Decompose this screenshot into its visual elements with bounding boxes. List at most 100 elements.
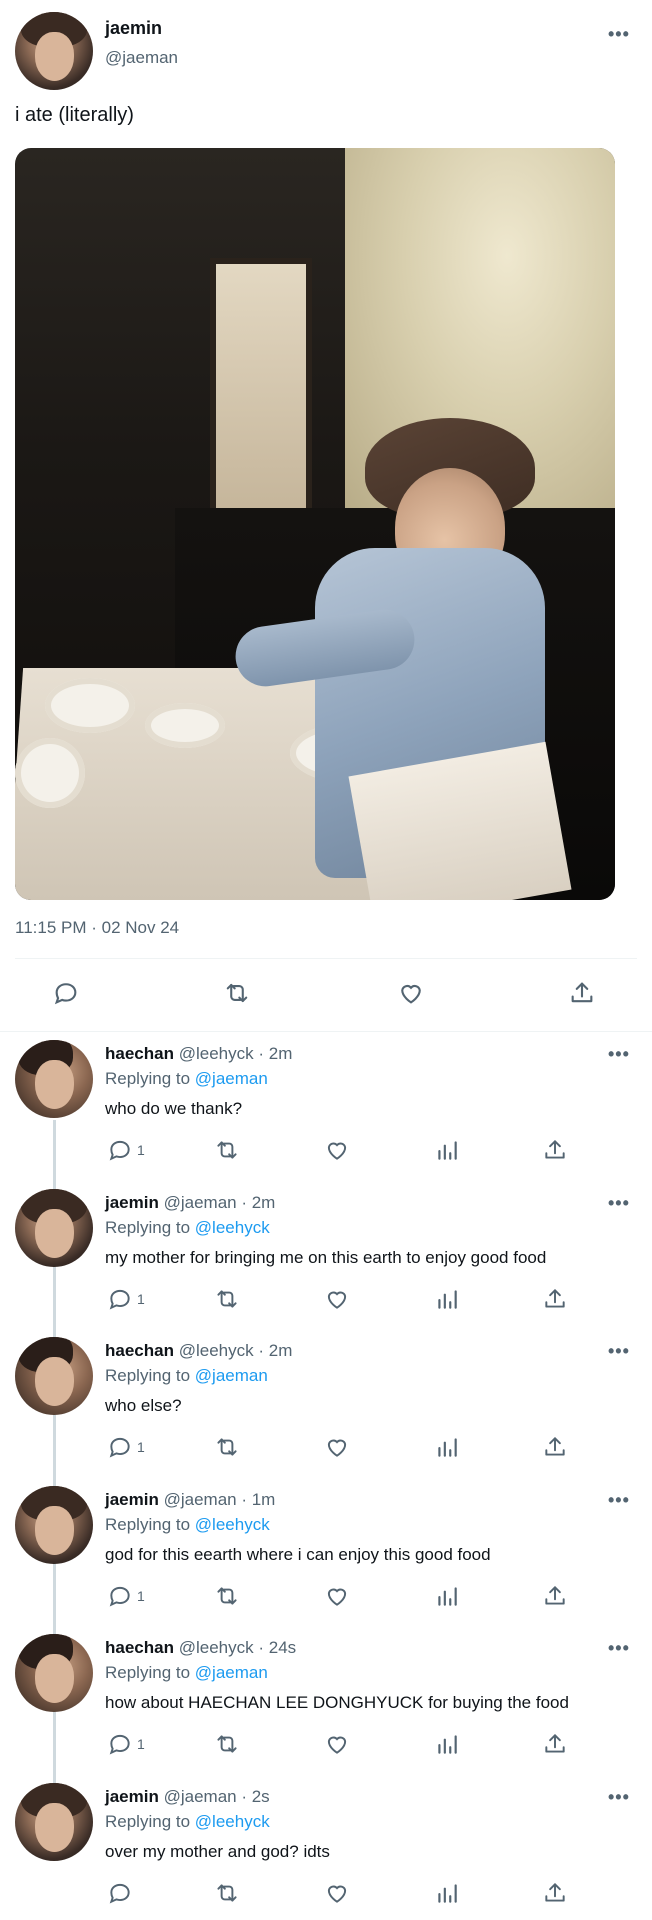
more-icon[interactable]: ••• <box>608 1341 630 1362</box>
more-icon[interactable]: ••• <box>608 24 630 45</box>
reply-button[interactable]: 1 <box>107 1731 145 1757</box>
replying-mention[interactable]: @jaeman <box>195 1069 268 1088</box>
share-icon <box>542 1583 568 1609</box>
reply-author-handle[interactable]: @jaeman <box>164 1193 237 1212</box>
replying-mention[interactable]: @leehyck <box>195 1812 270 1831</box>
replying-to: Replying to @jaeman <box>105 1366 268 1386</box>
replying-mention[interactable]: @jaeman <box>195 1366 268 1385</box>
more-icon[interactable]: ••• <box>608 1638 630 1659</box>
reply-author-name[interactable]: jaemin <box>105 1490 159 1509</box>
reply-button[interactable]: 1 <box>107 1286 145 1312</box>
tweet-text: i ate (literally) <box>15 104 134 126</box>
reply-author-handle[interactable]: @leehyck <box>179 1341 254 1360</box>
retweet-button[interactable] <box>213 1880 241 1906</box>
reply-author-name[interactable]: jaemin <box>105 1787 159 1806</box>
replying-label: Replying to <box>105 1663 191 1682</box>
like-button[interactable] <box>397 979 425 1007</box>
replying-label: Replying to <box>105 1218 191 1237</box>
avatar[interactable] <box>15 1486 93 1564</box>
replying-to: Replying to @leehyck <box>105 1218 270 1238</box>
avatar[interactable] <box>15 1337 93 1415</box>
share-button[interactable] <box>542 1434 568 1460</box>
retweet-icon <box>213 1137 241 1163</box>
views-button[interactable] <box>434 1880 460 1906</box>
views-button[interactable] <box>434 1583 460 1609</box>
reply-time[interactable]: · 24s <box>258 1638 296 1657</box>
share-icon <box>542 1434 568 1460</box>
reply-author-name[interactable]: jaemin <box>105 1193 159 1212</box>
reply-author-handle[interactable]: @leehyck <box>179 1638 254 1657</box>
author-name[interactable]: jaemin <box>105 18 162 39</box>
reply-button[interactable] <box>52 979 80 1007</box>
views-button[interactable] <box>434 1286 460 1312</box>
views-button[interactable] <box>434 1434 460 1460</box>
views-button[interactable] <box>434 1731 460 1757</box>
reply-button[interactable]: 1 <box>107 1137 145 1163</box>
reply-button[interactable] <box>107 1880 137 1906</box>
reply-header: jaemin @jaeman · 2s <box>105 1787 270 1807</box>
views-button[interactable] <box>434 1137 460 1163</box>
retweet-button[interactable] <box>213 1434 241 1460</box>
reply-time[interactable]: · 1m <box>241 1490 275 1509</box>
reply-author-name[interactable]: haechan <box>105 1638 174 1657</box>
avatar-face <box>35 1654 75 1703</box>
reply-time[interactable]: · 2m <box>258 1341 292 1360</box>
share-icon <box>542 1137 568 1163</box>
retweet-button[interactable] <box>213 1731 241 1757</box>
share-button[interactable] <box>542 1880 568 1906</box>
share-button[interactable] <box>542 1731 568 1757</box>
like-button[interactable] <box>324 1434 350 1460</box>
avatar-face <box>35 1357 75 1406</box>
retweet-button[interactable] <box>213 1286 241 1312</box>
like-icon <box>324 1137 350 1163</box>
reply-author-handle[interactable]: @leehyck <box>179 1044 254 1063</box>
reply-author-name[interactable]: haechan <box>105 1341 174 1360</box>
reply-button[interactable]: 1 <box>107 1434 145 1460</box>
divider <box>0 1031 652 1032</box>
more-icon[interactable]: ••• <box>608 1787 630 1808</box>
replying-mention[interactable]: @leehyck <box>195 1218 270 1237</box>
like-icon <box>324 1880 350 1906</box>
reply-time[interactable]: · 2m <box>241 1193 275 1212</box>
tweet-photo[interactable] <box>15 148 615 900</box>
avatar[interactable] <box>15 12 93 90</box>
reply-time[interactable]: · 2m <box>258 1044 292 1063</box>
reply-author-handle[interactable]: @jaeman <box>164 1787 237 1806</box>
reply-author-handle[interactable]: @jaeman <box>164 1490 237 1509</box>
avatar[interactable] <box>15 1783 93 1861</box>
replying-mention[interactable]: @jaeman <box>195 1663 268 1682</box>
author-handle[interactable]: @jaeman <box>105 48 178 68</box>
avatar[interactable] <box>15 1189 93 1267</box>
retweet-button[interactable] <box>213 1583 241 1609</box>
avatar-face <box>35 1060 75 1109</box>
like-button[interactable] <box>324 1286 350 1312</box>
replying-label: Replying to <box>105 1069 191 1088</box>
replying-to: Replying to @jaeman <box>105 1069 268 1089</box>
more-icon[interactable]: ••• <box>608 1044 630 1065</box>
share-button[interactable] <box>542 1286 568 1312</box>
reply-author-name[interactable]: haechan <box>105 1044 174 1063</box>
reply-header: haechan @leehyck · 24s <box>105 1638 296 1658</box>
more-icon[interactable]: ••• <box>608 1490 630 1511</box>
share-icon <box>568 979 596 1007</box>
divider <box>15 958 637 959</box>
share-button[interactable] <box>542 1137 568 1163</box>
reply-icon <box>107 1880 133 1906</box>
like-button[interactable] <box>324 1137 350 1163</box>
views-icon <box>434 1137 460 1163</box>
like-button[interactable] <box>324 1880 350 1906</box>
tweet-timestamp[interactable]: 11:15 PM · 02 Nov 24 <box>15 918 179 938</box>
retweet-button[interactable] <box>213 1137 241 1163</box>
reply-button[interactable]: 1 <box>107 1583 145 1609</box>
share-button[interactable] <box>542 1583 568 1609</box>
like-button[interactable] <box>324 1583 350 1609</box>
more-icon[interactable]: ••• <box>608 1193 630 1214</box>
avatar[interactable] <box>15 1040 93 1118</box>
replying-mention[interactable]: @leehyck <box>195 1515 270 1534</box>
reply-time[interactable]: · 2s <box>241 1787 269 1806</box>
share-icon <box>542 1731 568 1757</box>
share-button[interactable] <box>568 979 596 1007</box>
like-button[interactable] <box>324 1731 350 1757</box>
avatar[interactable] <box>15 1634 93 1712</box>
retweet-button[interactable] <box>222 979 252 1007</box>
